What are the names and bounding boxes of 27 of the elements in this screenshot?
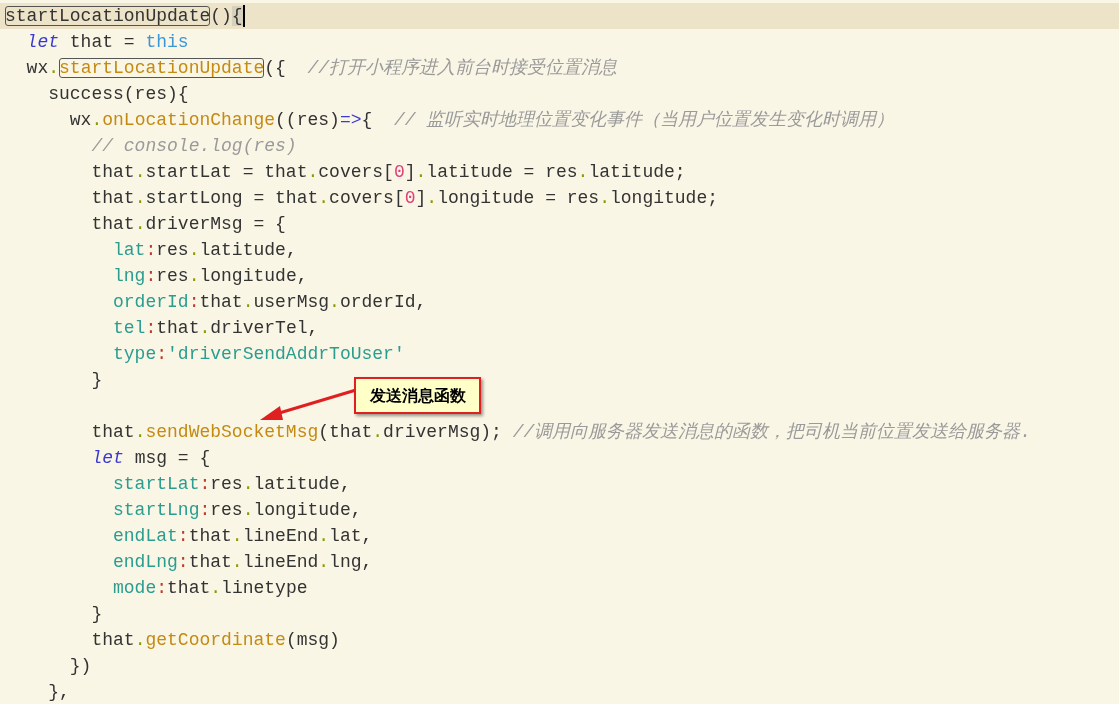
code-line: }) — [68, 655, 93, 678]
code-line: let msg = { — [90, 447, 212, 470]
code-line: } — [90, 369, 104, 392]
code-line: } — [90, 603, 104, 626]
code-line: that.getCoordinate(msg) — [90, 629, 341, 652]
code-line: wx.startLocationUpdate({ //打开小程序进入前台时接受位置消息 — [25, 57, 619, 80]
code-line: that.startLong = that.covers[0].longitude = res.longitude; — [90, 187, 719, 210]
code-line: }, — [47, 681, 71, 704]
text-cursor — [242, 5, 245, 27]
code-line: type:'driverSendAddrToUser' — [112, 343, 406, 366]
code-line: wx.onLocationChange((res)=>{ // 监听实时地理位置变化事件（当用户位置发生变化时调用） — [68, 109, 896, 132]
callout-label: 发送消息函数 — [354, 377, 481, 414]
code-line: that.startLat = that.covers[0].latitude = res.latitude; — [90, 161, 687, 184]
code-line: endLat:that.lineEnd.lat, — [112, 525, 374, 548]
code-line: startLng:res.longitude, — [112, 499, 363, 522]
code-line: let that = this — [25, 31, 190, 54]
code-line: startLat:res.latitude, — [112, 473, 352, 496]
code-line: lng:res.longitude, — [112, 265, 309, 288]
code-line: orderId:that.userMsg.orderId, — [112, 291, 428, 314]
code-line: endLng:that.lineEnd.lng, — [112, 551, 374, 574]
code-line: that.driverMsg = { — [90, 213, 287, 236]
code-line: success(res){ — [47, 83, 190, 106]
code-line: // console.log(res) — [90, 135, 298, 158]
code-line: tel:that.driverTel, — [112, 317, 320, 340]
code-line: that.sendWebSocketMsg(that.driverMsg); //调用向服务器发送消息的函数，把司机当前位置发送给服务器. — [90, 421, 1033, 444]
code-line: mode:that.linetype — [112, 577, 309, 600]
code-line: lat:res.latitude, — [112, 239, 298, 262]
